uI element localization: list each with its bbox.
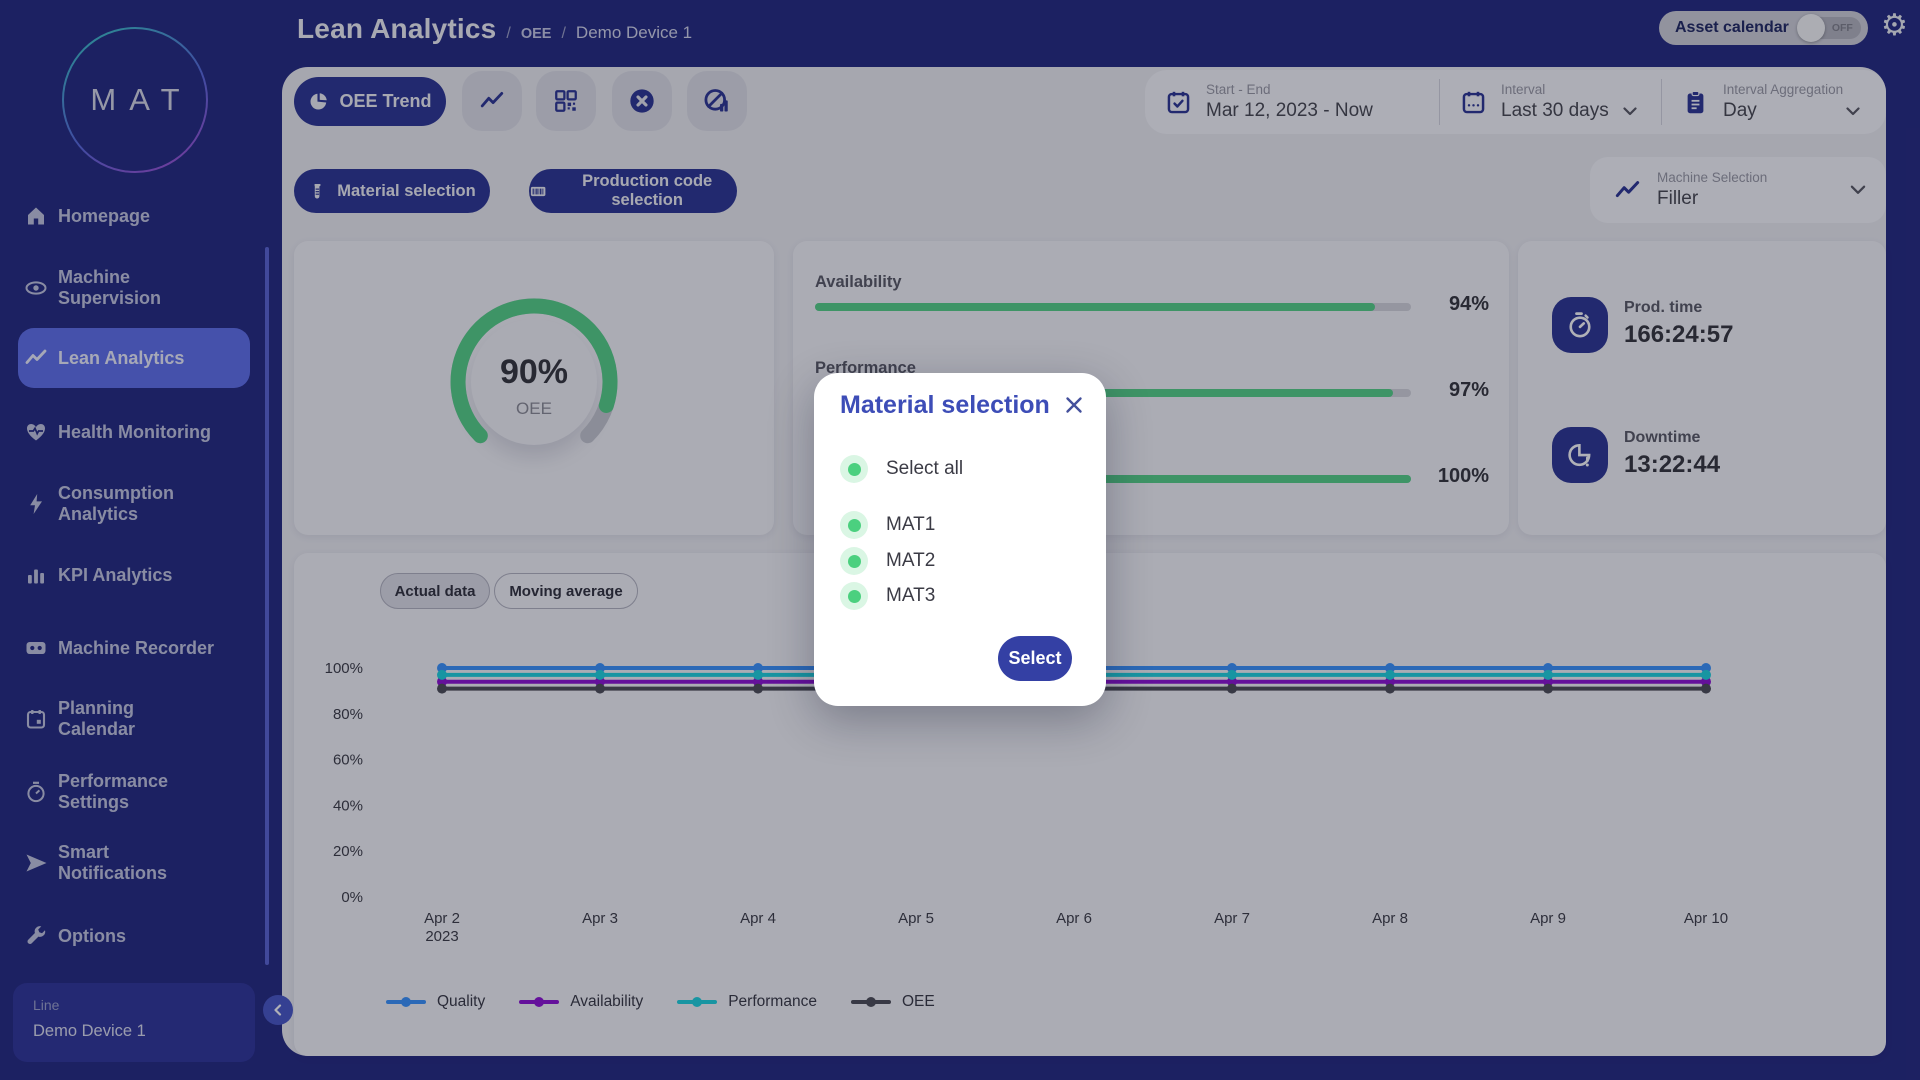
- option-label: Select all: [886, 458, 963, 480]
- radio-selected-icon[interactable]: [840, 547, 868, 575]
- radio-selected-icon[interactable]: [840, 511, 868, 539]
- option-label: MAT2: [886, 550, 935, 572]
- option-mat3[interactable]: MAT3: [840, 582, 935, 610]
- close-icon[interactable]: [1062, 393, 1086, 417]
- option-label: MAT1: [886, 514, 935, 536]
- option-mat1[interactable]: MAT1: [840, 511, 935, 539]
- modal-title: Material selection: [840, 391, 1050, 420]
- material-selection-modal: Material selection Select all MAT1 MAT2 …: [814, 373, 1106, 706]
- select-button[interactable]: Select: [998, 636, 1072, 681]
- radio-selected-icon[interactable]: [840, 455, 868, 483]
- option-select-all[interactable]: Select all: [840, 455, 963, 483]
- option-label: MAT3: [886, 585, 935, 607]
- option-mat2[interactable]: MAT2: [840, 547, 935, 575]
- radio-selected-icon[interactable]: [840, 582, 868, 610]
- app-root: MAT Homepage Machine Supervision Lean An…: [0, 0, 1920, 1080]
